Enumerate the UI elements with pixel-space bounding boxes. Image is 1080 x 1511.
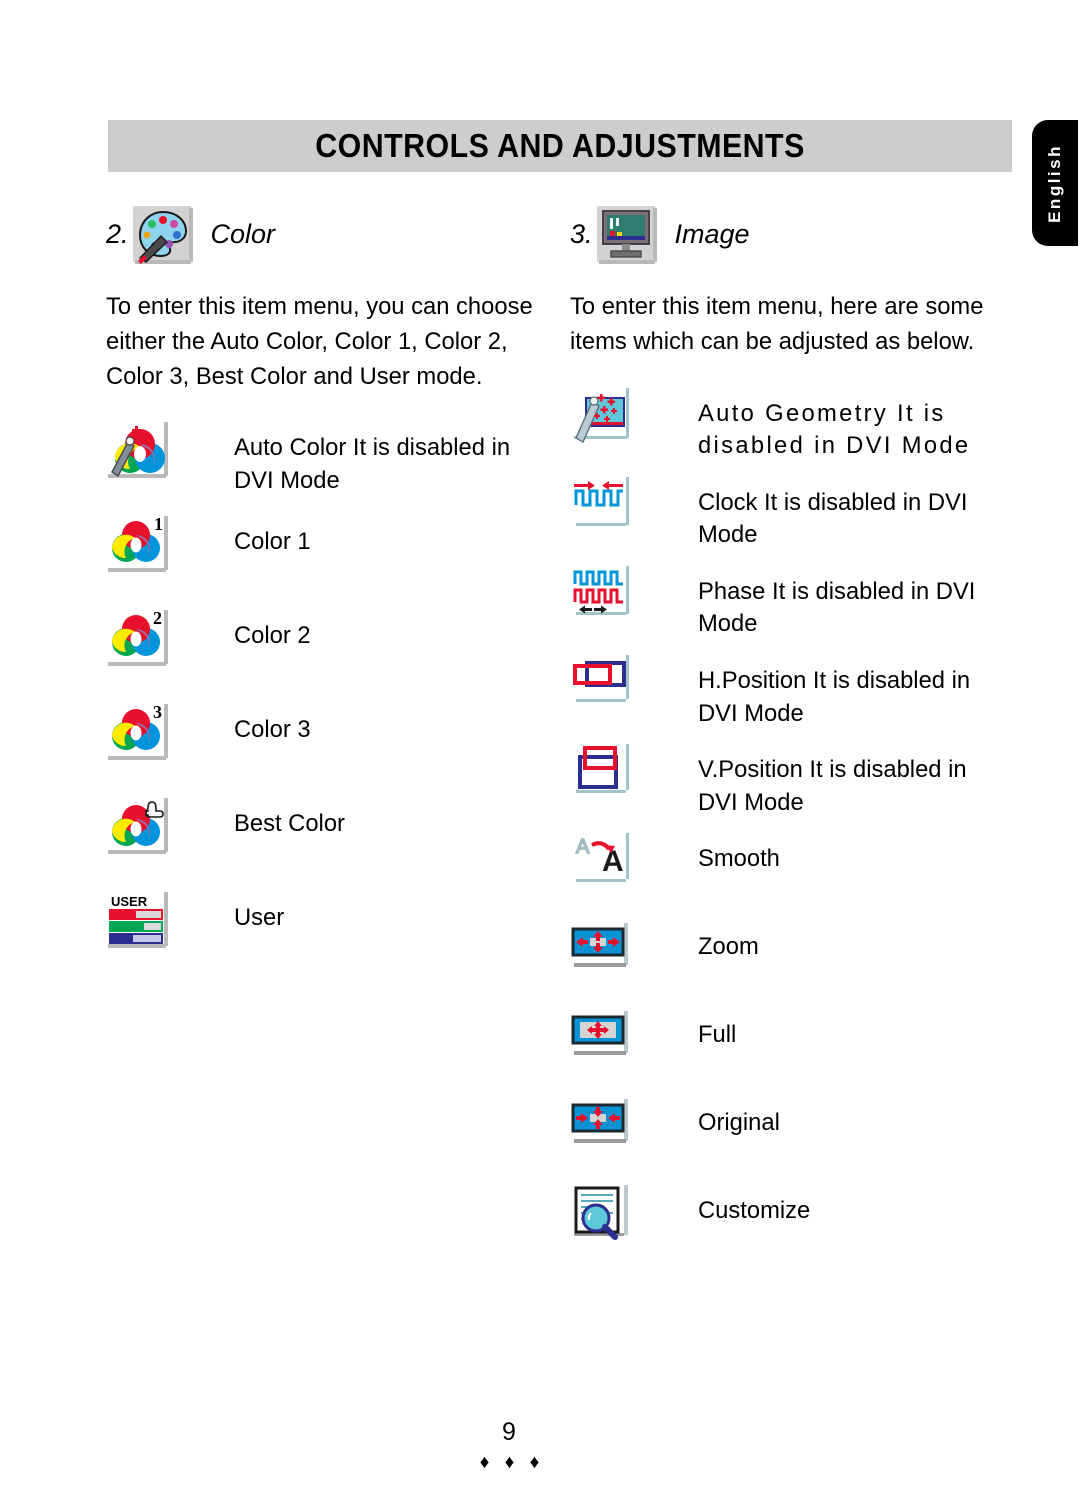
list-item-label: User [234, 904, 285, 932]
footer-ornament-glyphs: ♦ ♦ ♦ [479, 1452, 545, 1473]
page-title: CONTROLS AND ADJUSTMENTS [315, 127, 805, 164]
list-item[interactable]: USER User [106, 888, 551, 972]
list-item[interactable]: Customize [570, 1181, 1015, 1259]
list-item[interactable]: Clock It is disabled in DVI Mode [570, 473, 1015, 552]
list-item[interactable]: Best Color [106, 794, 551, 878]
list-item-label: V.Position It is disabled in DVI Mode [698, 756, 967, 816]
language-tab[interactable]: English [1032, 120, 1078, 246]
list-item-label: Color 3 [234, 716, 311, 744]
user-color-icon: USER [106, 890, 170, 950]
svg-text:2: 2 [153, 608, 162, 628]
list-item-label: Full [698, 1021, 737, 1049]
color-items-list: Auto Color It is disabled in DVI Mode 1 … [106, 418, 551, 972]
clock-icon [570, 474, 634, 535]
phase-icon [570, 563, 634, 624]
list-item-label: Phase It is disabled in DVI Mode [698, 577, 976, 638]
right-column: 3. Image To enter this item menu, here a… [570, 196, 1015, 1269]
list-item-label: Best Color [234, 810, 345, 838]
page-header: CONTROLS AND ADJUSTMENTS [108, 120, 1012, 172]
image-items-list: Auto Geometry It is disabled in DVI Mode [570, 384, 1015, 1260]
h-position-icon [570, 653, 634, 713]
section-title: Color [210, 218, 276, 249]
language-tab-label: English [1045, 143, 1064, 223]
list-item[interactable]: Auto Color It is disabled in DVI Mode [106, 418, 551, 502]
list-item[interactable]: Auto Geometry It is disabled in DVI Mode [570, 384, 1015, 463]
auto-color-icon [106, 420, 170, 480]
monitor-icon [595, 204, 659, 264]
left-intro-text: To enter this item menu, you can choose … [106, 293, 533, 390]
svg-text:A: A [602, 845, 624, 878]
svg-text:A: A [576, 836, 590, 858]
list-item[interactable]: Full [570, 1005, 1015, 1083]
list-item[interactable]: H.Position It is disabled in DVI Mode [570, 651, 1015, 730]
smooth-icon: A A [570, 831, 634, 891]
list-item-label: Original [698, 1109, 780, 1137]
full-icon [570, 1007, 634, 1067]
list-item-label: Customize [698, 1197, 811, 1225]
original-icon [570, 1095, 634, 1155]
color-3-icon: 3 [106, 702, 170, 762]
list-item-label: Auto Geometry It is disabled in DVI Mode [698, 399, 971, 460]
best-color-icon [106, 796, 170, 856]
svg-text:1: 1 [154, 514, 163, 534]
list-item[interactable]: Phase It is disabled in DVI Mode [570, 562, 1015, 641]
list-item-label: Color 1 [234, 528, 311, 556]
list-item[interactable]: V.Position It is disabled in DVI Mode [570, 740, 1015, 819]
list-item-label: Smooth [698, 845, 780, 873]
customize-icon [570, 1183, 634, 1243]
svg-text:USER: USER [111, 894, 148, 909]
svg-text:3: 3 [153, 702, 162, 722]
list-item-label: Clock It is disabled in DVI Mode [698, 488, 968, 549]
list-item[interactable]: 1 Color 1 [106, 512, 551, 596]
v-position-icon [570, 742, 634, 802]
list-item[interactable]: A A Smooth [570, 829, 1015, 907]
section-title: Image [674, 218, 750, 249]
list-item-label: Color 2 [234, 622, 311, 650]
page-number-value: 9 [502, 1418, 516, 1446]
page-number: 9 [0, 1418, 1080, 1447]
list-item[interactable]: 2 Color 2 [106, 606, 551, 690]
section-heading-color: 2. Color [106, 196, 551, 272]
list-item[interactable]: Zoom [570, 917, 1015, 995]
right-intro-text: To enter this item menu, here are some i… [570, 293, 984, 355]
footer-ornament: ♦ ♦ ♦ [0, 1452, 1080, 1474]
left-column: 2. Color To enter this item menu, you ca… [106, 196, 551, 982]
list-item-label: H.Position It is disabled in DVI Mode [698, 667, 971, 727]
color-1-icon: 1 [106, 514, 170, 574]
list-item[interactable]: 3 Color 3 [106, 700, 551, 784]
color-palette-icon [131, 204, 195, 264]
list-item[interactable]: Original [570, 1093, 1015, 1171]
section-heading-image: 3. Image [570, 196, 1015, 272]
list-item-label: Zoom [698, 933, 759, 961]
auto-geometry-icon [570, 385, 634, 446]
zoom-icon [570, 919, 634, 979]
section-number: 3. [570, 218, 593, 249]
list-item-label: Auto Color It is disabled in DVI Mode [234, 434, 511, 494]
color-2-icon: 2 [106, 608, 170, 668]
section-number: 2. [106, 218, 129, 249]
